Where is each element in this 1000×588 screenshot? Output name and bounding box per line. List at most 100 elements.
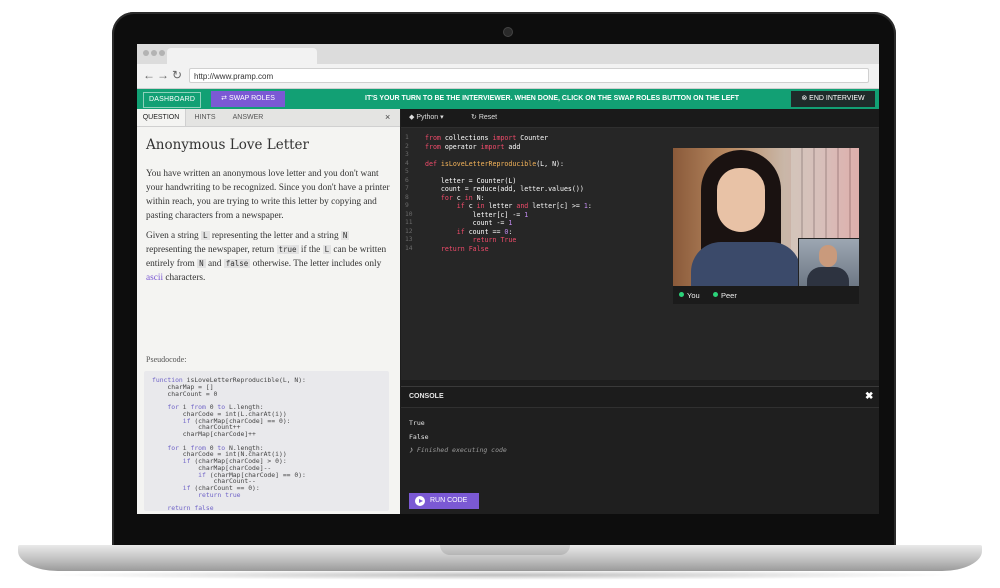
code-token: for [440, 193, 453, 202]
code-line: from collections import Counter [425, 134, 548, 142]
code-token: (L, N): [536, 159, 564, 168]
swap-roles-label: SWAP ROLES [228, 95, 275, 102]
line-number: 12 [405, 227, 413, 235]
line-number: 3 [405, 151, 409, 158]
tab-answer[interactable]: ANSWER [225, 109, 271, 126]
peer-video-feed [798, 238, 859, 286]
peer-label: Peer [721, 291, 737, 300]
text-span: and [205, 259, 224, 269]
code-token: and [516, 202, 529, 210]
code-line: from operator import add [425, 143, 520, 151]
code-line: return True [425, 236, 517, 244]
inline-code: false [223, 259, 251, 268]
app-header: DASHBOARD ⇄ SWAP ROLES IT'S YOUR TURN TO… [137, 89, 879, 109]
browser-titlebar [137, 44, 879, 64]
laptop-notch [440, 545, 570, 555]
code-line: for c in N: [425, 194, 485, 202]
swap-arrows-icon: ⇄ [221, 95, 229, 102]
question-title: Anonymous Love Letter [146, 137, 309, 153]
line-number: 6 [405, 176, 409, 184]
console-header: CONSOLE ✖ [401, 387, 879, 408]
console-title: CONSOLE [409, 393, 444, 400]
code-line: letter[c] -= 1 [425, 210, 529, 219]
run-code-label: RUN CODE [430, 497, 468, 504]
code-token: return [472, 236, 497, 244]
code-token: collections [440, 134, 493, 142]
end-interview-button[interactable]: ⊗ END INTERVIEW [791, 91, 875, 107]
code-token: in [476, 202, 485, 210]
code-token: import [492, 134, 517, 142]
dashboard-button[interactable]: DASHBOARD [143, 92, 202, 108]
end-interview-label: END INTERVIEW [809, 95, 865, 102]
tab-hints[interactable]: HINTS [185, 109, 225, 126]
line-number: 4 [405, 159, 409, 167]
close-console-icon[interactable]: ✖ [865, 387, 873, 407]
line-number: 11 [405, 219, 413, 226]
text-span: characters. [163, 273, 206, 283]
ascii-link[interactable]: ascii [146, 273, 163, 283]
you-status: You [679, 291, 700, 300]
inline-code: N [197, 259, 206, 268]
close-panel-icon[interactable]: × [385, 109, 390, 126]
run-bar: RUN CODE [401, 486, 879, 514]
console-output-line: False [409, 433, 429, 441]
pseudocode-label: Pseudocode: [146, 355, 187, 364]
code-token: import [480, 142, 505, 151]
reload-icon[interactable]: ↻ [172, 68, 182, 82]
inline-code: L [201, 231, 210, 240]
code-token: count == [464, 227, 505, 236]
code-token: count -= [425, 219, 509, 227]
text-span: representing the letter and a string [209, 231, 341, 241]
peer-body [807, 267, 849, 286]
line-number: 13 [405, 236, 413, 243]
window-maximize-dot[interactable] [159, 50, 165, 56]
code-token: letter[c] -= [425, 210, 525, 219]
tab-question[interactable]: QUESTION [137, 109, 186, 126]
reset-button[interactable]: ↻ Reset [471, 109, 497, 127]
line-number: 8 [405, 193, 409, 201]
text-span: Given a string [146, 231, 201, 241]
laptop-shadow [40, 570, 960, 580]
text-span: representing the newspaper, return [146, 245, 277, 255]
inline-code: N [340, 231, 350, 240]
inline-code: true [276, 245, 299, 254]
window-minimize-dot[interactable] [151, 50, 157, 56]
pseudocode-line: return false [167, 504, 214, 511]
code-token: operator [440, 142, 481, 151]
forward-arrow-icon[interactable]: → [157, 68, 169, 82]
reset-label: Reset [478, 114, 498, 121]
browser-tab[interactable] [167, 48, 317, 64]
address-bar[interactable]: http://www.pramp.com [189, 68, 869, 83]
text-span: if the [298, 245, 323, 255]
swap-roles-button[interactable]: ⇄ SWAP ROLES [211, 91, 285, 107]
code-token: add [504, 142, 521, 151]
question-tabs: QUESTION HINTS ANSWER × [137, 109, 400, 127]
reset-icon: ↻ [471, 114, 479, 121]
chevron-down-icon: ▾ [438, 114, 444, 121]
window-close-dot[interactable] [143, 50, 149, 56]
person-face [717, 168, 765, 232]
console-status-line: ❯ Finished executing code [409, 446, 507, 454]
code-token: Counter [516, 134, 549, 142]
run-code-button[interactable]: RUN CODE [409, 493, 479, 509]
code-token: : [587, 202, 592, 210]
code-token: return [440, 244, 465, 253]
peer-face [819, 245, 837, 267]
language-select[interactable]: ◆ Python ▾ [409, 109, 444, 127]
code-line: count = reduce(add, letter.values()) [425, 185, 584, 193]
inline-code: L [322, 245, 332, 254]
online-dot-icon [713, 292, 718, 297]
code-token: from [425, 142, 441, 151]
code-line: if count == 0: [425, 227, 513, 236]
code-token: N: [472, 193, 485, 202]
code-token: if [456, 227, 465, 236]
console-output-line: True [409, 419, 425, 427]
question-panel: QUESTION HINTS ANSWER × Anonymous Love L… [137, 109, 400, 514]
back-arrow-icon[interactable]: ← [143, 68, 155, 82]
browser-toolbar: ← → ↻ http://www.pramp.com [137, 64, 879, 89]
code-token: def [425, 159, 437, 168]
code-token: : [508, 227, 513, 236]
language-label: Python [416, 114, 439, 121]
screen: ← → ↻ http://www.pramp.com DASHBOARD ⇄ S… [137, 44, 879, 514]
